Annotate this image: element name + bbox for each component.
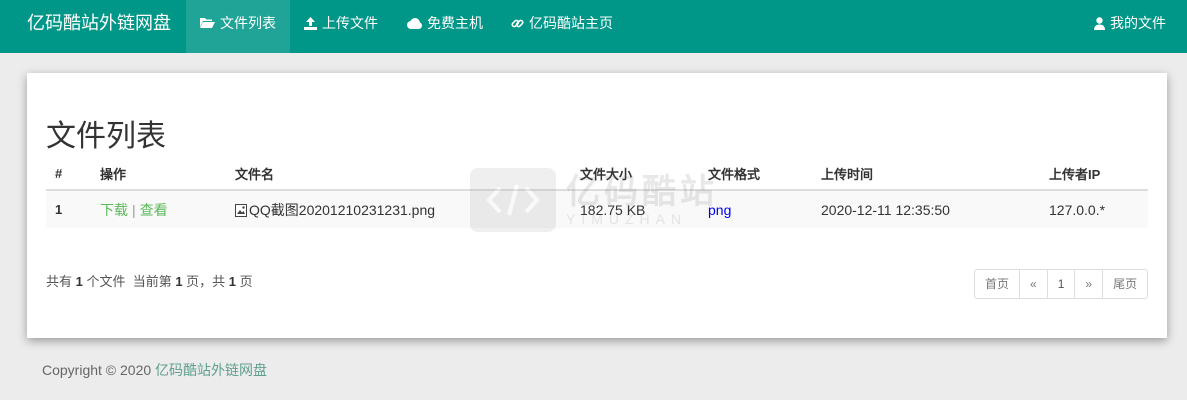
col-header-filename: 文件名 xyxy=(226,157,571,191)
pagination-current[interactable]: 1 xyxy=(1048,270,1076,298)
row-time: 2020-12-11 12:35:50 xyxy=(812,189,1040,228)
summary-text-3: 页，共 xyxy=(182,274,229,289)
row-format: png xyxy=(699,189,812,228)
pagination-last[interactable]: 尾页 xyxy=(1103,270,1147,298)
image-file-icon xyxy=(235,203,247,220)
nav-file-list-label: 文件列表 xyxy=(220,15,276,31)
table-header-row: # 操作 文件名 文件大小 文件格式 上传时间 上传者IP xyxy=(46,157,1148,191)
summary-page: 1 xyxy=(175,274,183,289)
row-num: 1 xyxy=(46,189,91,228)
footer: Copyright © 2020 亿码酷站外链网盘 xyxy=(42,360,267,380)
summary-text-2: 个文件 当前第 xyxy=(82,274,176,289)
nav-my-files[interactable]: 我的文件 xyxy=(1080,0,1187,53)
nav-free-host-label: 免费主机 xyxy=(427,15,483,31)
upload-icon xyxy=(304,0,317,46)
format-link[interactable]: png xyxy=(708,202,731,218)
nav-free-host[interactable]: 免费主机 xyxy=(392,0,497,53)
nav-upload-label: 上传文件 xyxy=(322,15,378,31)
pagination: 首页 « 1 » 尾页 xyxy=(974,269,1149,299)
row-size: 182.75 KB xyxy=(571,189,699,228)
user-icon xyxy=(1094,0,1105,46)
table-row: 1 下载 | 查看 QQ截图20201210231231.png 182.75 KB… xyxy=(46,189,1148,228)
nav-file-list[interactable]: 文件列表 xyxy=(186,0,290,53)
nav-homepage-label: 亿码酷站主页 xyxy=(529,15,613,31)
col-header-format: 文件格式 xyxy=(699,157,812,191)
col-header-ip: 上传者IP xyxy=(1040,157,1148,191)
summary-count: 1 xyxy=(75,274,83,289)
top-navbar: 亿码酷站外链网盘 文件列表 上传文件 免费主机 亿码酷站主页 我的文件 xyxy=(0,0,1187,53)
nav-my-files-label: 我的文件 xyxy=(1110,15,1166,31)
page-title: 文件列表 xyxy=(46,120,166,153)
row-actions: 下载 | 查看 xyxy=(91,189,226,228)
cloud-icon xyxy=(406,0,422,46)
pagination-next[interactable]: » xyxy=(1075,270,1104,298)
link-icon xyxy=(511,0,524,46)
col-header-num: # xyxy=(46,157,91,191)
col-header-actions: 操作 xyxy=(91,157,226,191)
folder-open-icon xyxy=(200,0,215,46)
file-table: # 操作 文件名 文件大小 文件格式 上传时间 上传者IP 1 下载 | 查看 QQ… xyxy=(46,157,1148,228)
file-list-panel: 文件列表 # 操作 文件名 文件大小 文件格式 上传时间 上传者IP 1 下载 |… xyxy=(27,73,1167,338)
filename-text: QQ截图20201210231231.png xyxy=(249,201,436,218)
footer-copyright: Copyright © 2020 xyxy=(42,362,156,378)
brand-title[interactable]: 亿码酷站外链网盘 xyxy=(0,0,186,46)
nav-homepage[interactable]: 亿码酷站主页 xyxy=(497,0,627,53)
summary-pages: 1 xyxy=(228,274,237,289)
action-separator: | xyxy=(132,201,136,218)
nav-upload[interactable]: 上传文件 xyxy=(290,0,392,53)
col-header-time: 上传时间 xyxy=(812,157,1040,191)
pagination-prev[interactable]: « xyxy=(1020,270,1048,298)
download-link[interactable]: 下载 xyxy=(100,202,128,218)
pagination-first[interactable]: 首页 xyxy=(975,270,1021,298)
row-ip: 127.0.0.* xyxy=(1040,189,1148,228)
summary-text-1: 共有 xyxy=(46,274,76,289)
footer-site-link[interactable]: 亿码酷站外链网盘 xyxy=(155,362,267,378)
row-filename: QQ截图20201210231231.png xyxy=(226,189,571,228)
col-header-size: 文件大小 xyxy=(571,157,699,191)
view-link[interactable]: 查看 xyxy=(140,202,168,218)
summary-text-4: 页 xyxy=(236,274,253,289)
file-summary: 共有 1 个文件 当前第 1 页，共 1 页 xyxy=(46,271,253,290)
